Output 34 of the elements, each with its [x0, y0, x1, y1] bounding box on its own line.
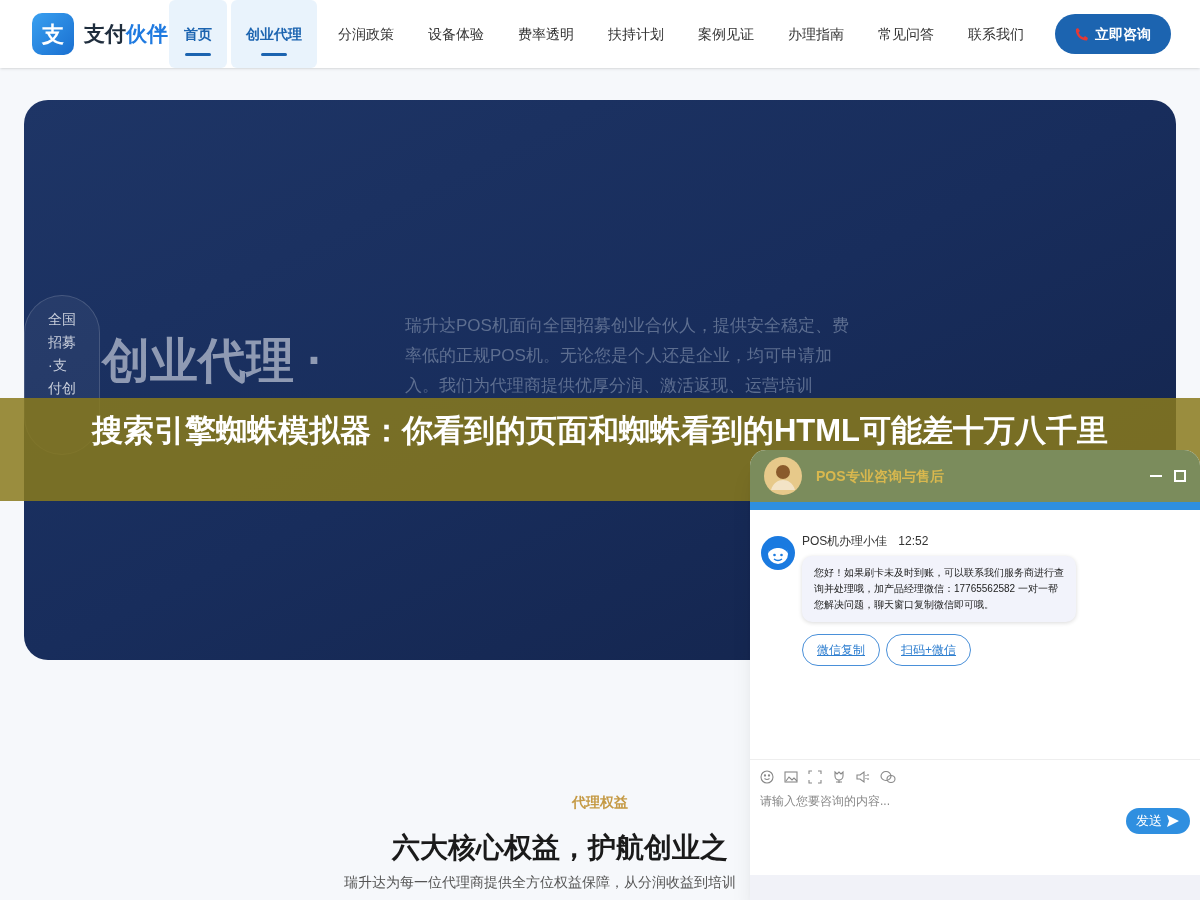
chat-title: POS专业咨询与售后	[816, 466, 944, 486]
image-icon[interactable]	[784, 770, 798, 784]
nav-tab[interactable]: 扶持计划	[591, 0, 681, 68]
hero-title: 创业代理 ·	[102, 333, 325, 389]
phone-icon	[1075, 27, 1089, 41]
logo-icon: 支	[32, 13, 74, 55]
send-icon	[1166, 814, 1180, 828]
nav-tab[interactable]: 案例见证	[681, 0, 771, 68]
nav-tab[interactable]: 办理指南	[771, 0, 861, 68]
nav-tab[interactable]: 创业代理	[231, 0, 317, 68]
hero-description: 瑞升达POS机面向全国招募创业合伙人，提供安全稳定、费率低的正规POS机。无论您是个人还是企业，均可申请加入。我们为代理商提供优厚分润、激活返现、运营培训	[405, 315, 850, 397]
nav-tab[interactable]: 联系我们	[951, 0, 1041, 68]
nav-tab[interactable]: 设备体验	[411, 0, 501, 68]
agent-avatar-icon	[761, 536, 795, 570]
avatar-silhouette-icon	[764, 457, 802, 495]
message-input[interactable]: 请输入您要咨询的内容...	[760, 792, 1120, 810]
fullscreen-icon[interactable]	[808, 770, 822, 784]
brand-name[interactable]: 支付伙伴	[84, 18, 168, 50]
consult-button[interactable]: 立即咨询	[1055, 14, 1171, 54]
message-bubble: 您好！如果刷卡未及时到账，可以联系我们服务商进行查询并处理哦，加产品经理微信：17765562582 一对一帮您解决问题，聊天窗口复制微信即可哦。	[802, 556, 1076, 622]
nav-tab[interactable]: 常见问答	[861, 0, 951, 68]
emoji-icon[interactable]	[760, 770, 774, 784]
maximize-icon[interactable]	[1174, 470, 1186, 482]
chat-bubbles-icon[interactable]	[880, 770, 896, 784]
section-eyebrow: 代理权益	[572, 793, 628, 812]
section-heading: 六大核心权益，护航创业之	[392, 831, 728, 865]
nav-tab[interactable]: 分润政策	[321, 0, 411, 68]
message-time: 12:52	[898, 533, 929, 550]
sender-name: POS机办理小佳	[802, 533, 888, 550]
section-intro: 瑞升达为每一位代理商提供全方位权益保障，从分润收益到培训	[344, 873, 736, 891]
nav-tab[interactable]: 首页	[169, 0, 227, 68]
flower-icon[interactable]	[832, 770, 846, 784]
nav-tab[interactable]: 费率透明	[501, 0, 591, 68]
speaker-icon[interactable]	[856, 770, 870, 784]
